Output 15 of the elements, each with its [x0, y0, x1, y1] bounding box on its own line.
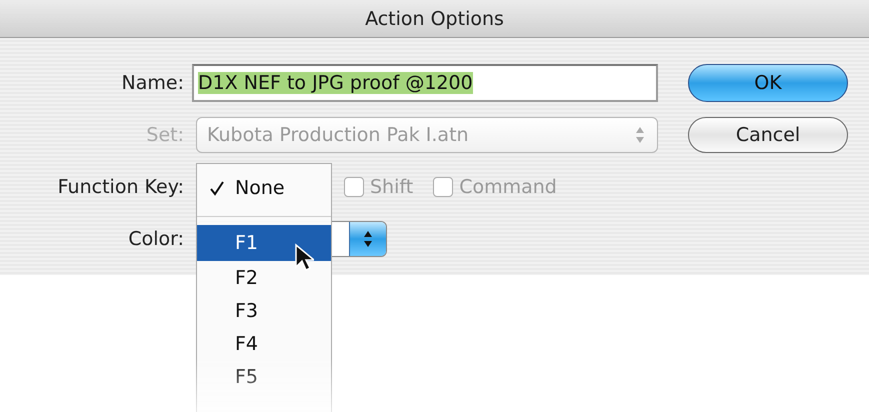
- menu-item[interactable]: F4: [197, 327, 331, 360]
- menu-item[interactable]: F3: [197, 294, 331, 327]
- checkmark-icon: [209, 180, 225, 196]
- field-label: Name:: [120, 72, 185, 94]
- window-title: Action Options: [365, 8, 504, 30]
- menu-item[interactable]: F5: [197, 360, 331, 393]
- menu-item[interactable]: F1: [197, 225, 331, 261]
- name-field[interactable]: D1X NEF to JPG proof @1200: [192, 64, 658, 102]
- menu-item[interactable]: F2: [197, 261, 331, 294]
- cancel-button[interactable]: Cancel: [688, 117, 848, 153]
- ok-button[interactable]: OK: [688, 64, 848, 102]
- menu-item[interactable]: None: [197, 164, 331, 212]
- field-label: Color:: [127, 228, 185, 250]
- field-label: Function Key:: [56, 176, 185, 198]
- field-label: Set:: [145, 124, 185, 146]
